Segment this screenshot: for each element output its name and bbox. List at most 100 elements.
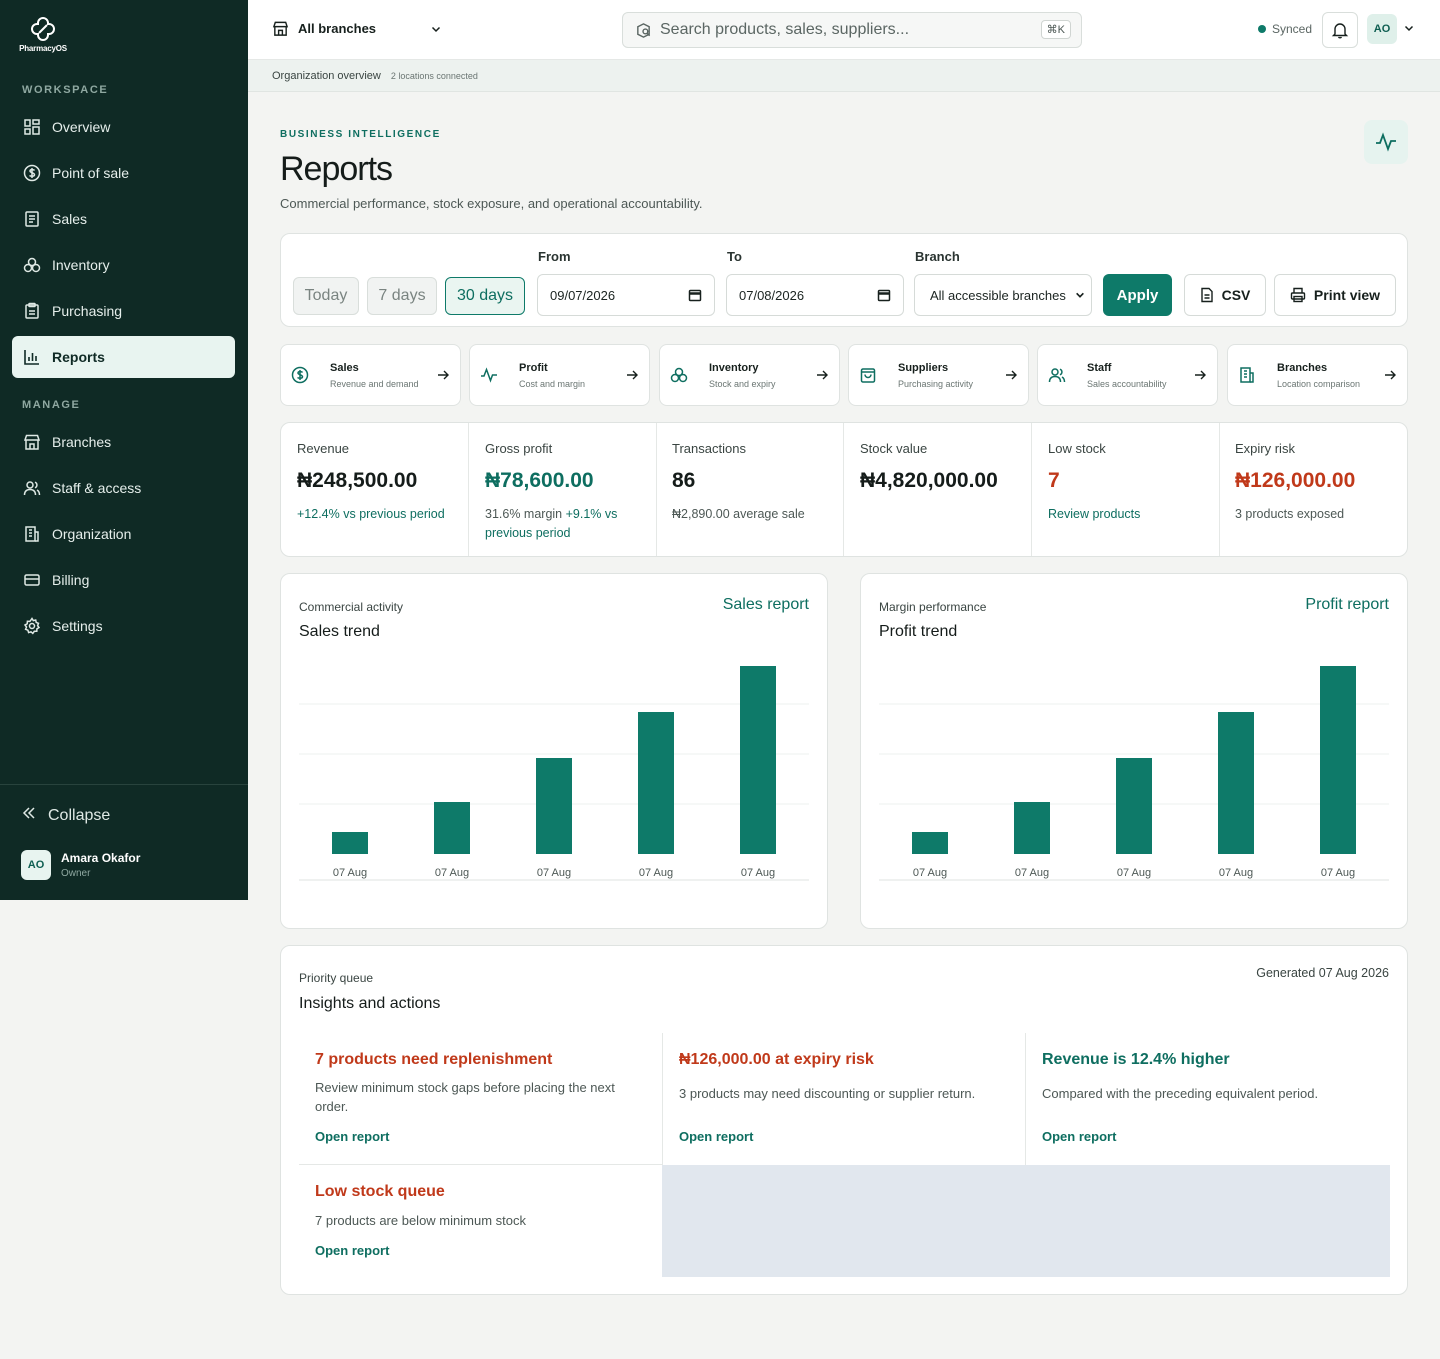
sidebar-item-staff-access[interactable]: Staff & access [12,467,235,509]
x-tick-label: 07 Aug [741,867,775,879]
kpi-value: ₦126,000.00 [1235,469,1356,492]
chart-bar[interactable] [434,802,470,854]
boxes-icon [22,255,42,275]
sales-trend-card: Commercial activity Sales trend Sales re… [280,573,828,929]
chart-bar[interactable] [1014,802,1050,854]
card-icon [22,570,42,590]
review-products-link[interactable]: Review products [1048,505,1203,524]
kpi-transactions: Transactions 86 ₦2,890.00 average sale [656,423,844,556]
kpi-value: 7 [1048,469,1060,492]
range-7-days-button[interactable]: 7 days [367,277,437,315]
boxes-icon [670,366,688,389]
branch-select[interactable]: All accessible branches [914,274,1092,316]
csv-label: CSV [1221,287,1251,303]
chart-bar[interactable] [1116,758,1152,854]
report-tile-title: Profit [519,362,548,374]
gear-icon [22,616,42,636]
sidebar-item-billing[interactable]: Billing [12,559,235,601]
x-tick-label: 07 Aug [537,867,571,879]
kpi-label: Low stock [1048,441,1106,456]
kpi-value: ₦78,600.00 [485,469,594,492]
chart-bar[interactable] [332,832,368,854]
search-input[interactable]: Search products, sales, suppliers... ⌘K [622,12,1082,48]
sidebar-item-sales[interactable]: Sales [12,198,235,240]
chart-bar[interactable] [740,666,776,854]
pulse-icon [480,366,498,389]
chart-bar[interactable] [536,758,572,854]
csv-button[interactable]: CSV [1184,274,1266,316]
dollar-circle-icon [291,366,309,389]
report-tile-suppliers[interactable]: Suppliers Purchasing activity [848,344,1029,406]
chart-bar[interactable] [638,712,674,854]
chevron-down-icon[interactable] [1403,22,1415,34]
sidebar-item-label: Branches [52,434,112,450]
sidebar: PharmacyOS WORKSPACE Overview Point of s… [0,0,248,900]
sales-report-link[interactable]: Sales report [723,596,809,614]
chart-bar[interactable] [1320,666,1356,854]
x-tick-label: 07 Aug [333,867,367,879]
bell-icon [1331,21,1349,39]
collapse-button[interactable]: Collapse [22,806,110,825]
sidebar-item-point-of-sale[interactable]: Point of sale [12,152,235,194]
calendar-icon[interactable] [688,288,702,305]
sidebar-item-organization[interactable]: Organization [12,513,235,555]
report-tile-profit[interactable]: Profit Cost and margin [469,344,650,406]
chart-bar[interactable] [912,832,948,854]
from-date-field[interactable]: 09/07/2026 [537,274,715,316]
insight-title: ₦126,000.00 at expiry risk [679,1051,874,1068]
insights-title: Insights and actions [299,995,441,1012]
to-date-field[interactable]: 07/08/2026 [726,274,904,316]
report-tile-branches[interactable]: Branches Location comparison [1227,344,1408,406]
avatar[interactable]: AO [1367,14,1397,44]
sidebar-item-inventory[interactable]: Inventory [12,244,235,286]
apply-button[interactable]: Apply [1103,274,1172,316]
arrow-right-icon [625,368,639,387]
chart-title: Sales trend [299,623,380,640]
insight-title: Revenue is 12.4% higher [1042,1051,1230,1068]
insight-description: 7 products are below minimum stock [315,1213,526,1228]
open-report-link[interactable]: Open report [679,1129,753,1144]
sidebar-item-branches[interactable]: Branches [12,421,235,463]
sidebar-item-overview[interactable]: Overview [12,106,235,148]
kpi-value: ₦248,500.00 [297,469,418,492]
chart-bar[interactable] [1218,712,1254,854]
kpi-note: +12.4% vs previous period [297,507,445,521]
sidebar-item-settings[interactable]: Settings [12,605,235,647]
insight-card: 7 products need replenishment Review min… [299,1033,662,1165]
sidebar-item-reports[interactable]: Reports [12,336,235,378]
open-report-link[interactable]: Open report [1042,1129,1116,1144]
store-icon [22,432,42,452]
range-today-button[interactable]: Today [293,277,359,315]
kpi-stock-value: Stock value ₦4,820,000.00 [844,423,1032,556]
chart-title: Profit trend [879,623,958,640]
open-report-link[interactable]: Open report [315,1243,389,1258]
range-30-days-button[interactable]: 30 days [445,277,525,315]
profit-trend-chart: 07 Aug 07 Aug 07 Aug 07 Aug 07 Aug [879,666,1389,881]
logo[interactable]: PharmacyOS [18,16,68,53]
pharmacy-logo-icon [31,16,55,41]
branch-selector[interactable]: All branches [272,20,442,37]
users-icon [1048,366,1066,389]
report-tile-inventory[interactable]: Inventory Stock and expiry [659,344,840,406]
user-profile[interactable]: AO Amara Okafor Owner [21,850,140,880]
activity-button[interactable] [1364,120,1408,164]
user-role: Owner [61,868,91,879]
status-dot [1258,25,1266,33]
branch-select-value: All accessible branches [930,287,1066,303]
print-view-button[interactable]: Print view [1274,274,1396,316]
profit-report-link[interactable]: Profit report [1305,596,1389,614]
building-icon [1238,366,1256,389]
report-tile-staff[interactable]: Staff Sales accountability [1037,344,1218,406]
notifications-button[interactable] [1322,12,1358,48]
arrow-right-icon [815,368,829,387]
report-tile-subtitle: Revenue and demand [330,379,419,389]
receipt-icon [22,209,42,229]
pulse-icon [1374,130,1398,154]
chevron-down-icon [1075,290,1085,300]
open-report-link[interactable]: Open report [315,1129,389,1144]
report-tile-subtitle: Location comparison [1277,379,1361,389]
sidebar-item-purchasing[interactable]: Purchasing [12,290,235,332]
calendar-icon[interactable] [877,288,891,305]
report-tile-sales[interactable]: Sales Revenue and demand [280,344,461,406]
kpi-note: ₦2,890.00 average sale [672,507,805,521]
